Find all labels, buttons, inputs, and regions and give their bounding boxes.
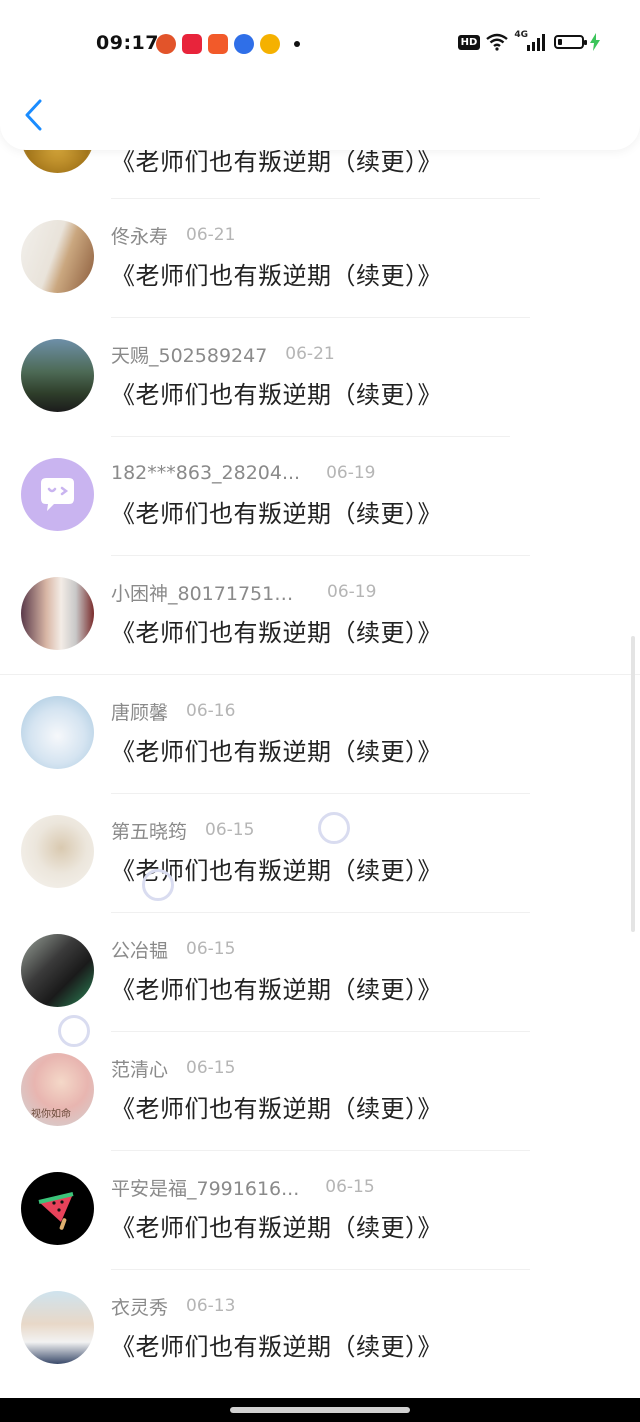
avatar <box>21 339 94 412</box>
divider <box>111 317 530 318</box>
comment-date: 06-16 <box>186 701 236 721</box>
list-item[interactable]: 视你如命 范清心 06-15 《老师们也有叛逆期（续更）》 <box>0 1053 640 1172</box>
status-time: 09:17 <box>96 32 159 54</box>
list-item[interactable]: 唐顾馨 06-16 《老师们也有叛逆期（续更）》 <box>0 696 640 815</box>
comment-date: 06-15 <box>325 1177 375 1197</box>
comment-content: 《老师们也有叛逆期（续更）》 <box>111 619 442 647</box>
touch-indicator <box>142 869 174 901</box>
divider <box>0 674 640 675</box>
weibo-icon <box>260 34 280 54</box>
comment-content: 《老师们也有叛逆期（续更）》 <box>111 381 442 409</box>
divider <box>111 1269 530 1270</box>
default-avatar <box>21 458 94 531</box>
list-item[interactable]: 182***863_28204... 06-19 《老师们也有叛逆期（续更）》 <box>0 458 640 577</box>
divider <box>111 793 530 794</box>
comment-date: 06-19 <box>327 582 377 602</box>
comment-date: 06-19 <box>326 463 376 483</box>
avatar <box>21 696 94 769</box>
notification-icons <box>156 34 300 54</box>
comment-content: 《老师们也有叛逆期（续更）》 <box>111 500 442 528</box>
list-item[interactable]: 公冶韫 06-15 《老师们也有叛逆期（续更）》 <box>0 934 640 1053</box>
comment-date: 06-21 <box>186 225 236 245</box>
battery-icon <box>554 35 587 49</box>
chat-bubble-icon <box>41 478 74 511</box>
comment-date: 06-15 <box>205 820 255 840</box>
more-notifications-icon <box>294 41 300 47</box>
app-notification-icon <box>208 34 228 54</box>
divider <box>111 555 530 556</box>
user-name: 182***863_28204... <box>111 462 301 484</box>
user-name: 天赐_502589247 <box>111 344 268 367</box>
navigation-bar <box>0 1398 640 1422</box>
signal-icon <box>527 34 545 51</box>
back-button[interactable] <box>20 96 50 136</box>
comment-content: 《老师们也有叛逆期（续更）》 <box>111 976 442 1004</box>
divider <box>111 1031 530 1032</box>
user-name: 平安是福_7991616... <box>111 1177 300 1200</box>
list-item[interactable]: 小困神_801717516... 06-19 《老师们也有叛逆期（续更）》 <box>0 577 640 696</box>
comment-date: 06-15 <box>186 939 236 959</box>
home-indicator[interactable] <box>230 1407 410 1413</box>
chevron-left-icon <box>25 99 42 131</box>
avatar <box>21 577 94 650</box>
status-bar: 09:17 HD 4G <box>0 28 640 58</box>
avatar <box>21 220 94 293</box>
app-notification-icon <box>182 34 202 54</box>
list-item[interactable]: 平安是福_7991616... 06-15 《老师们也有叛逆期（续更）》 <box>0 1172 640 1291</box>
touch-indicator <box>58 1015 90 1047</box>
divider <box>111 436 510 437</box>
comment-content: 《老师们也有叛逆期（续更）》 <box>111 738 442 766</box>
hd-badge: HD <box>457 34 481 50</box>
avatar <box>21 1172 94 1245</box>
comment-date: 06-15 <box>186 1058 236 1078</box>
app-notification-icon <box>156 34 176 54</box>
comment-content: 《老师们也有叛逆期（续更）》 <box>111 1214 442 1242</box>
user-name: 衣灵秀 <box>111 1296 169 1319</box>
system-icons: HD 4G <box>457 30 600 51</box>
user-name: 范清心 <box>111 1058 169 1081</box>
user-name: 唐顾馨 <box>111 701 169 724</box>
charging-icon <box>590 33 600 51</box>
divider <box>111 912 530 913</box>
comment-content: 《老师们也有叛逆期（续更）》 <box>111 1333 442 1361</box>
comment-content: 《老师们也有叛逆期（续更）》 <box>111 1095 442 1123</box>
list-item[interactable]: 天赐_502589247 06-21 《老师们也有叛逆期（续更）》 <box>0 339 640 458</box>
list-item[interactable]: 衣灵秀 06-13 《老师们也有叛逆期（续更）》 <box>0 1291 640 1410</box>
user-name: 第五晓筠 <box>111 820 188 843</box>
list-item[interactable]: 佟永寿 06-21 《老师们也有叛逆期（续更）》 <box>0 220 640 339</box>
avatar <box>21 815 94 888</box>
comment-content: 《老师们也有叛逆期（续更）》 <box>111 262 442 290</box>
comment-date: 06-21 <box>285 344 335 364</box>
user-name: 佟永寿 <box>111 225 169 248</box>
scrollbar[interactable] <box>631 636 635 932</box>
user-name: 公冶韫 <box>111 939 169 962</box>
comment-date: 06-13 <box>186 1296 236 1316</box>
watermelon-icon <box>38 1192 74 1230</box>
avatar <box>21 934 94 1007</box>
top-bar: 09:17 HD 4G <box>0 0 640 150</box>
avatar-overlay-text: 视你如命 <box>31 1109 71 1120</box>
wifi-icon <box>486 33 509 51</box>
avatar <box>21 1291 94 1364</box>
divider <box>111 198 540 199</box>
app-notification-icon <box>234 34 254 54</box>
user-name: 小困神_801717516... <box>111 582 301 605</box>
touch-indicator <box>318 812 350 844</box>
divider <box>111 1150 530 1151</box>
avatar: 视你如命 <box>21 1053 94 1126</box>
network-type: 4G <box>514 30 528 40</box>
